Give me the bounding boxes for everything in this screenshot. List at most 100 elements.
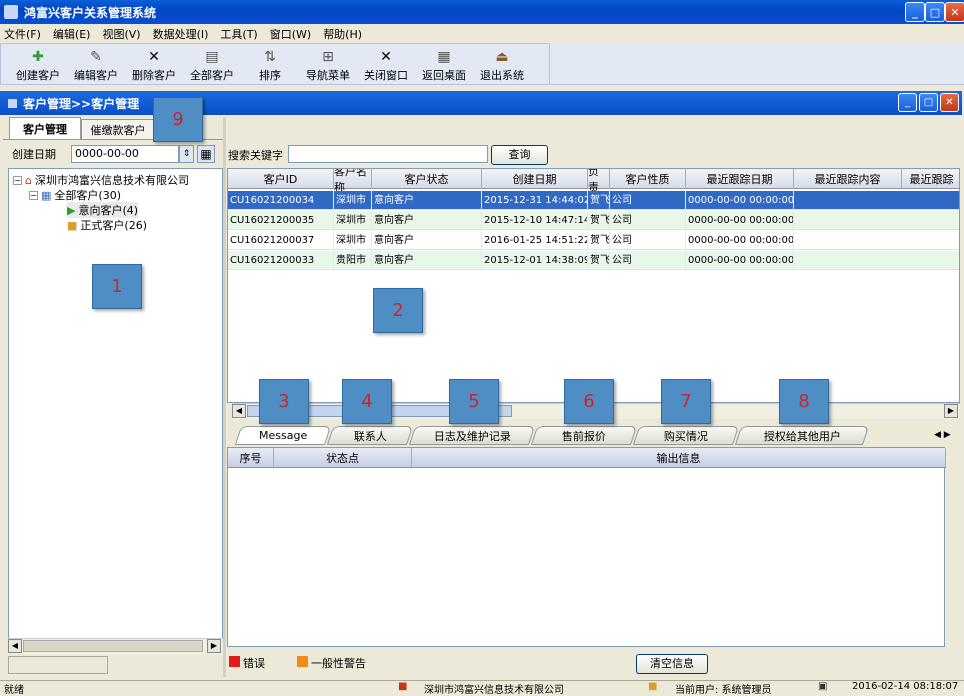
cell-type: 公司	[610, 231, 686, 250]
col-header-owner[interactable]: 负责	[588, 169, 610, 194]
nav-menu-button[interactable]: ⊞ 导航菜单	[299, 44, 357, 83]
create-customer-button[interactable]: ✚ 创建客户	[9, 44, 67, 83]
scroll-thumb[interactable]	[23, 640, 203, 652]
cell-owner: 贺飞	[588, 251, 610, 270]
menu-help[interactable]: 帮助(H)	[323, 26, 362, 42]
tree-hscrollbar[interactable]: ◀ ▶	[8, 638, 223, 654]
search-button[interactable]: 查询	[491, 145, 548, 165]
col-header-status[interactable]: 客户状态	[372, 169, 482, 189]
clock-icon: ▣	[818, 681, 828, 692]
minimize-button[interactable]: _	[905, 2, 925, 22]
msg-col-index[interactable]: 序号	[228, 448, 274, 468]
error-legend-label: 错误	[243, 657, 265, 670]
maximize-button[interactable]: □	[925, 2, 945, 22]
tab-overdue-customers[interactable]: 催缴款客户	[81, 119, 155, 139]
callout-5: 5	[449, 379, 499, 424]
close-icon: ✕	[380, 49, 392, 65]
menu-data[interactable]: 数据处理(I)	[153, 26, 209, 42]
tree-node-formal-customers[interactable]: ■ 正式客户(26)	[67, 217, 147, 233]
sort-icon: ⇅	[264, 49, 276, 65]
child-window-title: 客户管理>>客户管理	[23, 96, 140, 111]
app-icon	[4, 5, 18, 19]
cell-owner: 贺飞	[588, 211, 610, 230]
menu-file[interactable]: 文件(F)	[4, 26, 41, 42]
callout-1: 1	[92, 264, 142, 309]
tree-node-all-customers[interactable]: − ▦ 全部客户(30)	[29, 187, 121, 203]
menu-tools[interactable]: 工具(T)	[220, 26, 257, 42]
tab-contacts[interactable]: 联系人	[326, 426, 414, 445]
search-input[interactable]	[288, 145, 488, 163]
scroll-right-icon[interactable]: ▶	[944, 404, 958, 418]
cell-status: 意向客户	[372, 191, 482, 210]
child-window-title-bar: 客户管理>>客户管理	[0, 91, 962, 115]
scroll-left-icon[interactable]: ◀	[232, 404, 246, 418]
edit-customer-button[interactable]: ✎ 编辑客户	[67, 44, 125, 83]
cell-id: CU16021200034	[228, 191, 334, 210]
tab-message[interactable]: Message	[234, 426, 332, 445]
close-child-window-button[interactable]: ✕ 关闭窗口	[357, 44, 415, 83]
calendar-icon[interactable]: ▦	[197, 145, 215, 163]
cell-type: 公司	[610, 191, 686, 210]
col-header-last-more[interactable]: 最近跟踪	[902, 169, 959, 189]
status-panel	[8, 656, 108, 674]
col-header-last-date[interactable]: 最近跟踪日期	[686, 169, 794, 189]
cell-last-date: 0000-00-00 00:00:00	[686, 191, 794, 210]
cell-last-date: 0000-00-00 00:00:00	[686, 251, 794, 270]
delete-customer-button[interactable]: ✕ 删除客户	[125, 44, 183, 83]
splitter[interactable]	[223, 117, 226, 677]
col-header-type[interactable]: 客户性质	[610, 169, 686, 189]
customer-grid: 客户ID 客户名称 客户状态 创建日期 负责 客户性质 最近跟踪日期 最近跟踪内…	[227, 168, 960, 403]
col-header-last-content[interactable]: 最近跟踪内容	[794, 169, 902, 189]
collapse-icon[interactable]: −	[29, 190, 38, 200]
tab-scroll-icon[interactable]: ◀ ▶	[934, 430, 951, 440]
tab-customer-management[interactable]: 客户管理	[9, 117, 81, 139]
return-desktop-button[interactable]: ▦ 返回桌面	[415, 44, 473, 83]
tree-node-company[interactable]: − ⌂ 深圳市鸿富兴信息技术有限公司	[13, 172, 189, 188]
callout-7: 7	[661, 379, 711, 424]
menu-window[interactable]: 窗口(W)	[270, 26, 311, 42]
scroll-right-icon[interactable]: ▶	[207, 639, 221, 653]
clear-messages-button[interactable]: 清空信息	[636, 654, 708, 674]
scroll-left-icon[interactable]: ◀	[8, 639, 22, 653]
tab-purchase[interactable]: 购买情况	[632, 426, 740, 445]
window-icon	[8, 98, 17, 108]
table-row[interactable]: CU16021200035 深圳市 意向客户 2015-12-10 14:47:…	[228, 211, 959, 230]
company-icon: ■	[398, 681, 408, 692]
create-date-label: 创建日期	[12, 148, 56, 161]
list-icon: ▤	[205, 49, 219, 65]
tab-logs[interactable]: 日志及维护记录	[408, 426, 536, 445]
table-row[interactable]: CU16021200033 贵阳市 意向客户 2015-12-01 14:38:…	[228, 251, 959, 270]
cell-id: CU16021200037	[228, 231, 334, 250]
cell-name: 深圳市	[334, 211, 372, 230]
message-list: 序号 状态点 输出信息	[227, 447, 946, 647]
status-ready: 就绪	[4, 685, 24, 696]
all-customers-button[interactable]: ▤ 全部客户	[183, 44, 241, 83]
error-color-swatch	[229, 656, 240, 667]
col-header-name[interactable]: 客户名称	[334, 169, 372, 194]
create-date-input[interactable]: 0000-00-00	[71, 145, 179, 163]
tab-presale-quote[interactable]: 售前报价	[530, 426, 638, 445]
msg-col-status[interactable]: 状态点	[274, 448, 412, 468]
collapse-icon[interactable]: −	[13, 175, 22, 185]
exit-system-button[interactable]: ⏏ 退出系统	[473, 44, 531, 83]
col-header-created[interactable]: 创建日期	[482, 169, 588, 189]
child-close-button[interactable]: ✕	[940, 93, 959, 112]
child-minimize-button[interactable]: _	[898, 93, 917, 112]
menu-view[interactable]: 视图(V)	[102, 26, 140, 42]
tab-authorize[interactable]: 授权给其他用户	[734, 426, 870, 445]
close-window-button[interactable]: ✕	[945, 2, 964, 22]
sort-button[interactable]: ⇅ 排序	[241, 44, 299, 83]
table-row[interactable]: CU16021200034 深圳市 意向客户 2015-12-31 14:44:…	[228, 191, 959, 210]
col-header-id[interactable]: 客户ID	[228, 169, 334, 189]
table-row[interactable]: CU16021200037 深圳市 意向客户 2016-01-25 14:51:…	[228, 231, 959, 250]
child-maximize-button[interactable]: □	[919, 93, 938, 112]
msg-col-output[interactable]: 输出信息	[412, 448, 946, 468]
cell-type: 公司	[610, 251, 686, 270]
tree-node-intent-customers[interactable]: ▶ 意向客户(4)	[67, 202, 139, 218]
status-bar: 就绪 ■ 深圳市鸿富兴信息技术有限公司 ■ 当前用户: 系统管理员 ▣ 2016…	[0, 680, 964, 696]
cell-owner: 贺飞	[588, 191, 610, 210]
date-spin-button[interactable]: ⇕	[179, 145, 194, 163]
menu-edit[interactable]: 编辑(E)	[53, 26, 91, 42]
warning-color-swatch	[297, 656, 308, 667]
cell-last-date: 0000-00-00 00:00:00	[686, 231, 794, 250]
